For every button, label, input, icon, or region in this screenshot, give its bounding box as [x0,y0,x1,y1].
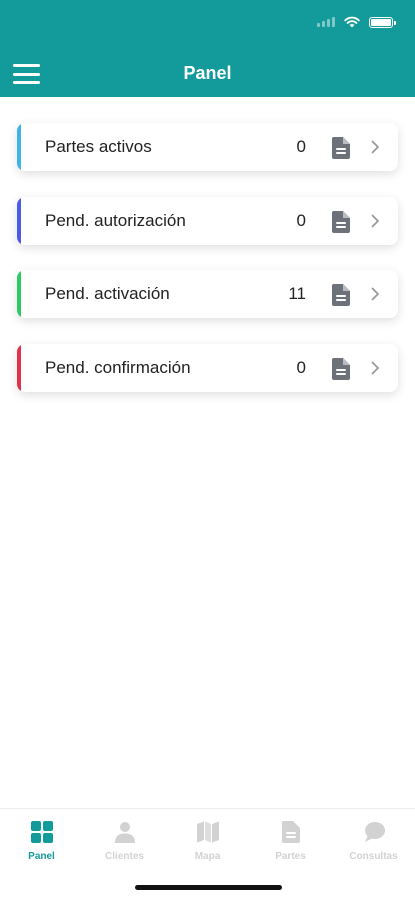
tab-label: Panel [28,851,55,862]
card-label: Pend. confirmación [45,357,191,377]
card-count: 0 [296,137,306,156]
card-pend-activacion[interactable]: Pend. activación 11 [17,270,398,318]
document-icon[interactable] [330,136,352,165]
home-indicator [135,885,282,890]
status-card-list: Partes activos 0 Pend. autorización 0 Pe… [17,123,398,417]
tab-clientes[interactable]: Clientes [83,809,166,869]
tab-panel[interactable]: Panel [0,809,83,869]
chevron-right-icon [371,140,380,159]
tab-label: Clientes [105,851,144,862]
map-icon [196,819,220,845]
card-pend-confirmacion[interactable]: Pend. confirmación 0 [17,343,398,392]
tab-label: Mapa [194,851,221,862]
chevron-right-icon [371,287,380,306]
tab-label: Consultas [349,851,398,862]
card-accent [17,196,21,245]
card-label: Pend. autorización [45,210,186,230]
document-icon [281,819,301,845]
card-accent [17,270,21,318]
battery-icon [369,16,396,28]
document-icon[interactable] [330,357,352,386]
tab-mapa[interactable]: Mapa [166,809,249,869]
signal-icon [317,17,335,27]
person-icon [113,819,137,845]
card-partes-activos[interactable]: Partes activos 0 [17,123,398,171]
card-label: Partes activos [45,137,152,156]
card-accent [17,123,21,171]
wifi-icon [344,16,360,28]
card-accent [17,343,21,392]
status-bar [317,16,396,28]
document-icon[interactable] [330,283,352,312]
app-header: Panel [0,0,415,97]
chevron-right-icon [371,214,380,233]
document-icon[interactable] [330,210,352,239]
grid-icon [30,819,54,845]
card-pend-autorizacion[interactable]: Pend. autorización 0 [17,196,398,245]
tab-label: Partes [275,851,306,862]
page-title: Panel [183,63,232,83]
chevron-right-icon [371,361,380,380]
card-count: 0 [296,357,306,377]
tab-consultas[interactable]: Consultas [332,809,415,869]
card-count: 11 [288,284,306,303]
card-count: 0 [296,210,306,230]
card-label: Pend. activación [45,284,170,303]
chat-bubble-icon [362,819,386,845]
tab-partes[interactable]: Partes [249,809,332,869]
